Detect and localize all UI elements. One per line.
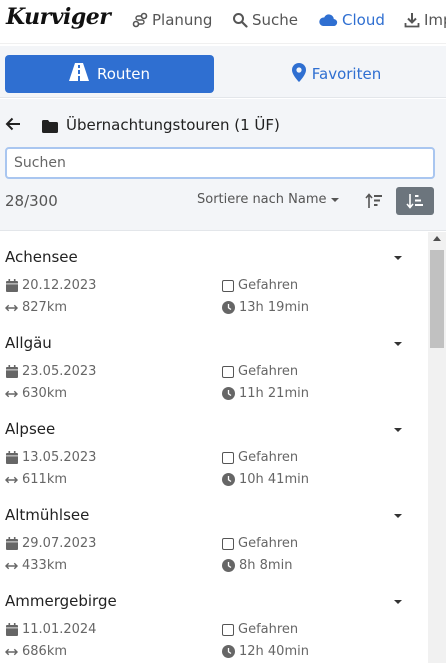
calendar-icon <box>5 623 18 636</box>
folder-header: Übernachtungstouren (1 ÜF) 28/300 Sortie… <box>0 99 446 231</box>
chevron-down-icon[interactable] <box>394 256 402 260</box>
chevron-down-icon[interactable] <box>394 600 402 604</box>
tab-favorites-label: Favoriten <box>311 65 382 83</box>
arrows-horizontal-icon <box>5 559 18 572</box>
search-input[interactable] <box>5 147 435 179</box>
download-icon <box>404 12 420 28</box>
map-marker-icon <box>291 62 306 86</box>
route-date: 23.05.2023 <box>5 364 96 379</box>
route-distance: 827km <box>5 300 67 315</box>
sort-dropdown-label: Sortiere nach Name <box>197 192 327 207</box>
clock-icon <box>222 559 235 572</box>
calendar-icon <box>5 537 18 550</box>
nav-item-cloud[interactable]: Cloud <box>318 11 385 29</box>
tab-routes-label: Routen <box>96 65 151 83</box>
route-duration: 13h 19min <box>222 300 309 315</box>
route-count: 28/300 <box>5 192 58 210</box>
driven-checkbox[interactable] <box>222 451 234 464</box>
driven-checkbox[interactable] <box>222 537 234 550</box>
route-distance: 630km <box>5 386 67 401</box>
app-logo[interactable]: Kurviger <box>6 4 111 30</box>
sort-ascending-icon <box>365 193 382 208</box>
nav-item-suche[interactable]: Suche <box>232 11 298 29</box>
route-name: Alpsee <box>5 420 56 438</box>
route-distance: 611km <box>5 472 67 487</box>
top-navigation: Kurviger Planung Suche Cloud Imp <box>0 0 446 44</box>
list-item[interactable]: Alpsee 13.05.2023 611km Gefahren 10h 41m… <box>0 404 428 490</box>
route-date: 11.01.2024 <box>5 622 96 637</box>
route-distance: 686km <box>5 644 67 659</box>
sort-ascending-button[interactable] <box>364 191 384 211</box>
driven-toggle[interactable]: Gefahren <box>222 450 298 465</box>
sort-descending-button[interactable] <box>396 187 434 215</box>
nav-item-import-label: Imp <box>424 11 446 29</box>
list-item[interactable]: Altmühlsee 29.07.2023 433km Gefahren 8h … <box>0 490 428 576</box>
sort-descending-icon <box>406 194 423 209</box>
list-item[interactable]: Achensee 20.12.2023 827km Gefahren 13h 1… <box>0 232 428 318</box>
driven-checkbox[interactable] <box>222 365 234 378</box>
back-arrow-icon[interactable] <box>5 116 21 132</box>
list-scrollbar[interactable] <box>428 232 446 663</box>
route-date: 20.12.2023 <box>5 278 96 293</box>
nav-item-import[interactable]: Imp <box>404 11 446 29</box>
clock-icon <box>222 387 235 400</box>
scrollbar-thumb[interactable] <box>430 250 444 348</box>
calendar-icon <box>5 365 18 378</box>
chevron-down-icon[interactable] <box>394 342 402 346</box>
tab-favorites[interactable]: Favoriten <box>232 55 441 93</box>
chevron-down-icon <box>330 197 339 202</box>
route-duration: 12h 40min <box>222 644 309 659</box>
list-item[interactable]: Allgäu 23.05.2023 630km Gefahren 11h 21m… <box>0 318 428 404</box>
search-icon <box>232 12 248 28</box>
route-name: Ammergebirge <box>5 592 117 610</box>
chevron-down-icon[interactable] <box>394 514 402 518</box>
folder-title: Übernachtungstouren (1 ÜF) <box>66 116 280 134</box>
clock-icon <box>222 645 235 658</box>
nav-item-cloud-label: Cloud <box>342 11 385 29</box>
arrows-horizontal-icon <box>5 645 18 658</box>
driven-checkbox[interactable] <box>222 279 234 292</box>
route-distance: 433km <box>5 558 67 573</box>
tab-bar: Routen Favoriten <box>0 46 446 98</box>
nav-item-planung[interactable]: Planung <box>132 11 212 29</box>
route-name: Altmühlsee <box>5 506 90 524</box>
driven-toggle[interactable]: Gefahren <box>222 536 298 551</box>
list-item[interactable]: Ammergebirge 11.01.2024 686km Gefahren 1… <box>0 576 428 662</box>
route-duration: 8h 8min <box>222 558 292 573</box>
calendar-icon <box>5 279 18 292</box>
route-duration: 11h 21min <box>222 386 309 401</box>
route-duration: 10h 41min <box>222 472 309 487</box>
nav-item-suche-label: Suche <box>252 11 299 29</box>
clock-icon <box>222 301 235 314</box>
route-list: Achensee 20.12.2023 827km Gefahren 13h 1… <box>0 232 428 663</box>
arrows-horizontal-icon <box>5 301 18 314</box>
tab-routes[interactable]: Routen <box>5 55 214 93</box>
route-name: Allgäu <box>5 334 52 352</box>
driven-toggle[interactable]: Gefahren <box>222 364 298 379</box>
route-date: 13.05.2023 <box>5 450 96 465</box>
arrows-horizontal-icon <box>5 473 18 486</box>
route-planning-icon <box>132 12 148 28</box>
scroll-up-arrow-icon[interactable] <box>433 236 441 241</box>
arrows-horizontal-icon <box>5 387 18 400</box>
cloud-icon <box>318 12 338 28</box>
route-name: Achensee <box>5 248 78 266</box>
clock-icon <box>222 473 235 486</box>
sort-dropdown[interactable]: Sortiere nach Name <box>197 192 339 207</box>
chevron-down-icon[interactable] <box>394 428 402 432</box>
road-icon <box>68 63 89 85</box>
folder-icon <box>42 118 58 133</box>
nav-item-planung-label: Planung <box>152 11 213 29</box>
calendar-icon <box>5 451 18 464</box>
driven-toggle[interactable]: Gefahren <box>222 622 298 637</box>
driven-toggle[interactable]: Gefahren <box>222 278 298 293</box>
driven-checkbox[interactable] <box>222 623 234 636</box>
route-date: 29.07.2023 <box>5 536 96 551</box>
